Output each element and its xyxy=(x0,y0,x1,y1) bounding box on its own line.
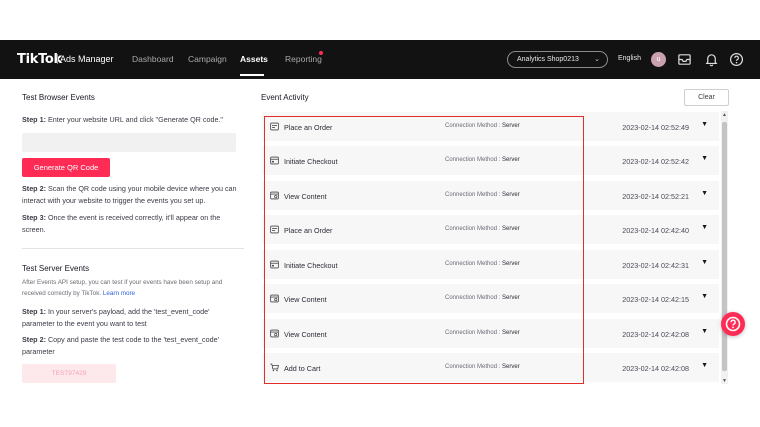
learn-more-link[interactable]: Learn more xyxy=(103,290,135,297)
step-label: Step 2: xyxy=(22,335,46,344)
step-label: Step 1: xyxy=(22,307,46,316)
tiktok-logo[interactable]: TikTok xyxy=(17,52,62,67)
account-name: Analytics Shop0213 xyxy=(517,56,579,63)
event-timestamp: 2023-02-14 02:42:31 xyxy=(622,261,689,270)
step-text: Enter your website URL and click "Genera… xyxy=(45,115,223,124)
bell-icon[interactable] xyxy=(704,52,719,67)
caret-down-icon[interactable]: ▼ xyxy=(701,190,708,197)
help-float-button[interactable] xyxy=(721,312,745,336)
step-text: Once the event is received correctly, it… xyxy=(22,213,221,234)
browser-step-1: Step 1: Enter your website URL and click… xyxy=(22,114,244,126)
server-step-2: Step 2: Copy and paste the test code to … xyxy=(22,334,244,358)
browser-events-title: Test Browser Events xyxy=(22,93,95,102)
event-activity-title: Event Activity xyxy=(261,93,309,102)
scroll-up-arrow-icon[interactable]: ▲ xyxy=(722,112,727,118)
server-events-description: After Events API setup, you can test if … xyxy=(22,277,244,299)
step-text: In your server's payload, add the 'test_… xyxy=(22,307,210,328)
chevron-down-icon: ⌄ xyxy=(594,56,600,63)
notification-dot xyxy=(319,51,323,55)
nav-reporting[interactable]: Reporting xyxy=(285,54,322,64)
event-timestamp: 2023-02-14 02:42:40 xyxy=(622,226,689,235)
browser-step-3: Step 3: Once the event is received corre… xyxy=(22,212,244,236)
avatar[interactable]: u xyxy=(651,52,666,67)
generate-qr-button[interactable]: Generate QR Code xyxy=(22,158,110,177)
highlight-box xyxy=(264,116,584,384)
caret-down-icon[interactable]: ▼ xyxy=(701,121,708,128)
nav-campaign[interactable]: Campaign xyxy=(188,54,227,64)
caret-down-icon[interactable]: ▼ xyxy=(701,259,708,266)
step-label: Step 2: xyxy=(22,184,46,193)
help-icon[interactable] xyxy=(729,52,744,67)
section-divider xyxy=(22,248,244,249)
nav-assets[interactable]: Assets xyxy=(240,54,268,64)
inbox-icon[interactable] xyxy=(677,52,692,67)
event-timestamp: 2023-02-14 02:52:42 xyxy=(622,157,689,166)
event-timestamp: 2023-02-14 02:42:15 xyxy=(622,295,689,304)
step-label: Step 3: xyxy=(22,213,46,222)
clear-button[interactable]: Clear xyxy=(684,89,729,106)
event-timestamp: 2023-02-14 02:42:08 xyxy=(622,364,689,373)
account-selector[interactable]: Analytics Shop0213 ⌄ xyxy=(507,51,608,68)
caret-down-icon[interactable]: ▼ xyxy=(701,155,708,162)
logo-divider xyxy=(57,54,58,64)
step-text: Scan the QR code using your mobile devic… xyxy=(22,184,237,205)
server-events-title: Test Server Events xyxy=(22,264,90,273)
caret-down-icon[interactable]: ▼ xyxy=(701,224,708,231)
caret-down-icon[interactable]: ▼ xyxy=(701,293,708,300)
step-text: Copy and paste the test code to the 'tes… xyxy=(22,335,219,356)
test-code-box[interactable]: TEST97429 xyxy=(22,364,116,383)
server-step-1: Step 1: In your server's payload, add th… xyxy=(22,306,244,330)
top-navigation-bar: TikTok Ads Manager Dashboard Campaign As… xyxy=(0,40,760,79)
caret-down-icon[interactable]: ▼ xyxy=(701,362,708,369)
scroll-down-arrow-icon[interactable]: ▼ xyxy=(722,378,727,384)
caret-down-icon[interactable]: ▼ xyxy=(701,328,708,335)
event-timestamp: 2023-02-14 02:52:21 xyxy=(622,192,689,201)
nav-dashboard[interactable]: Dashboard xyxy=(132,54,174,64)
active-nav-underline xyxy=(240,74,264,76)
event-timestamp: 2023-02-14 02:42:08 xyxy=(622,330,689,339)
help-icon xyxy=(725,316,741,332)
ads-manager-label: Ads Manager xyxy=(60,54,114,64)
website-url-input[interactable] xyxy=(22,133,236,152)
event-timestamp: 2023-02-14 02:52:49 xyxy=(622,123,689,132)
step-label: Step 1: xyxy=(22,115,46,124)
browser-step-2: Step 2: Scan the QR code using your mobi… xyxy=(22,183,244,207)
language-selector[interactable]: English xyxy=(618,55,641,62)
